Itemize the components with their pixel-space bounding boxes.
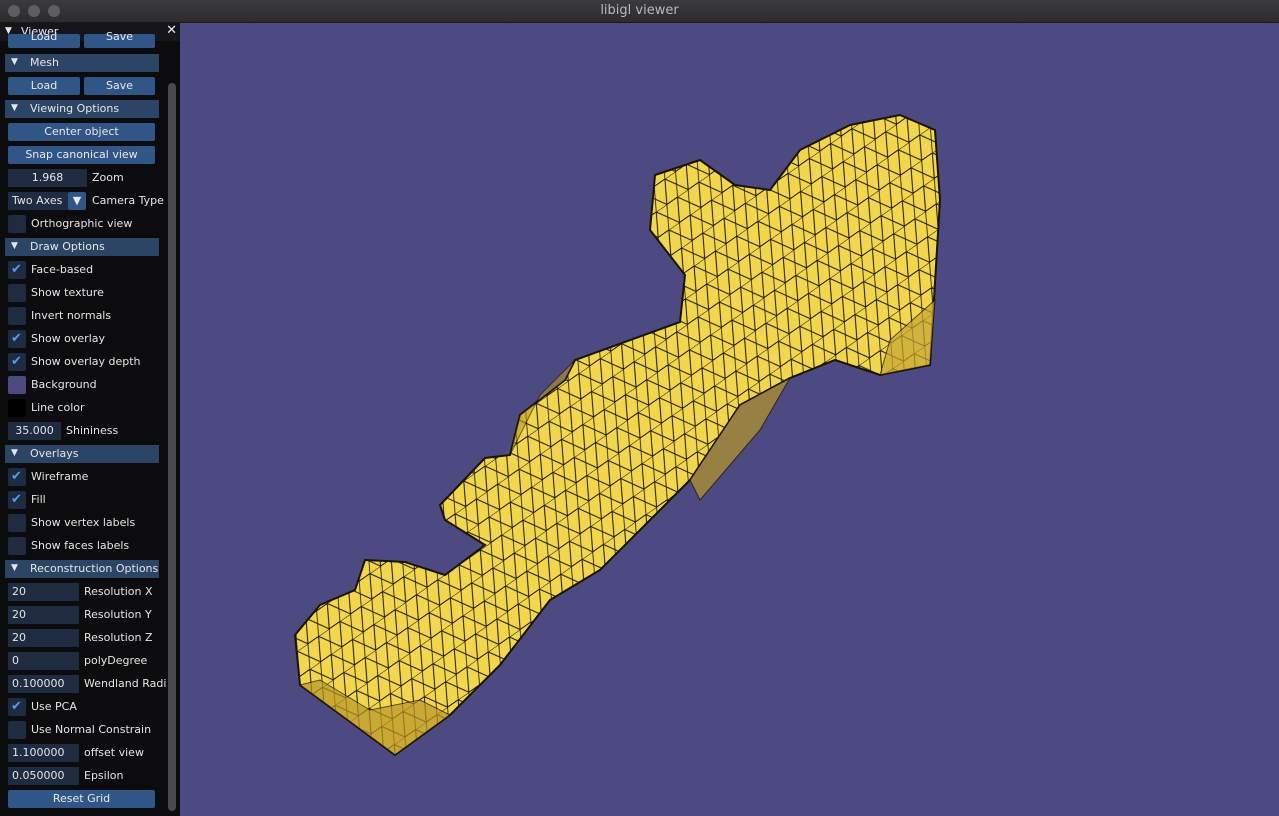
- reconstruction-options-label: Reconstruction Options: [30, 562, 159, 575]
- invert-normals-label: Invert normals: [31, 309, 112, 322]
- face-based-label: Face-based: [31, 263, 94, 276]
- 3d-viewport[interactable]: [180, 23, 1279, 816]
- show-faces-labels-label: Show faces labels: [31, 539, 130, 552]
- use-normal-constrain-label: Use Normal Constrain: [31, 723, 152, 736]
- overlays-header[interactable]: ▼ Overlays: [5, 445, 159, 463]
- shininess-input[interactable]: 35.000: [8, 422, 61, 440]
- collapse-triangle-icon: ▼: [11, 103, 18, 113]
- checkmark-icon: ✔: [11, 354, 22, 369]
- show-overlay-depth-checkbox[interactable]: ✔: [8, 353, 26, 371]
- snap-canonical-view-button[interactable]: Snap canonical view: [8, 146, 155, 164]
- wendland-radius-label: Wendland Radi: [84, 677, 167, 690]
- offset-view-label: offset view: [84, 746, 144, 759]
- show-overlay-depth-label: Show overlay depth: [31, 355, 141, 368]
- resolution-y-label: Resolution Y: [84, 608, 152, 621]
- resolution-y-input[interactable]: 20: [8, 606, 79, 624]
- save-button-partial[interactable]: Save: [84, 31, 155, 48]
- show-vertex-labels-checkbox[interactable]: [8, 514, 26, 532]
- show-faces-labels-checkbox[interactable]: [8, 537, 26, 555]
- draw-options-header[interactable]: ▼ Draw Options: [5, 238, 159, 256]
- window-titlebar: libigl viewer: [0, 0, 1279, 23]
- fill-label: Fill: [31, 493, 46, 506]
- camera-type-dropdown-arrow-icon[interactable]: ▼: [68, 192, 86, 210]
- resolution-z-input[interactable]: 20: [8, 629, 79, 647]
- camera-type-select[interactable]: Two Axes: [8, 192, 68, 210]
- show-texture-checkbox[interactable]: [8, 284, 26, 302]
- checkmark-icon: ✔: [11, 262, 22, 277]
- load-button-partial[interactable]: Load: [8, 31, 80, 48]
- wendland-radius-input[interactable]: 0.100000: [8, 675, 79, 693]
- reset-grid-button[interactable]: Reset Grid: [8, 790, 155, 808]
- mesh-surface: [293, 113, 942, 757]
- show-overlay-checkbox[interactable]: ✔: [8, 330, 26, 348]
- checkmark-icon: ✔: [11, 469, 22, 484]
- collapse-triangle-icon: ▼: [11, 448, 18, 458]
- wireframe-label: Wireframe: [31, 470, 89, 483]
- mesh-render: [293, 113, 942, 757]
- show-texture-label: Show texture: [31, 286, 104, 299]
- fill-checkbox[interactable]: ✔: [8, 491, 26, 509]
- line-color-label: Line color: [31, 401, 85, 414]
- center-object-button[interactable]: Center object: [8, 123, 155, 141]
- scrollbar-thumb[interactable]: [168, 83, 176, 811]
- background-color-swatch[interactable]: [8, 376, 26, 394]
- show-overlay-label: Show overlay: [31, 332, 106, 345]
- use-pca-checkbox[interactable]: ✔: [8, 698, 26, 716]
- shininess-label: Shininess: [66, 424, 119, 437]
- collapse-triangle-icon: ▼: [11, 57, 18, 67]
- show-vertex-labels-label: Show vertex labels: [31, 516, 136, 529]
- orthographic-view-label: Orthographic view: [31, 217, 133, 230]
- checkmark-icon: ✔: [11, 699, 22, 714]
- orthographic-view-checkbox[interactable]: [8, 215, 26, 233]
- viewer-panel: ▼ Viewer ✕ Load Save ▼ Mesh Load Save ▼ …: [0, 23, 180, 816]
- invert-normals-checkbox[interactable]: [8, 307, 26, 325]
- poly-degree-label: polyDegree: [84, 654, 148, 667]
- mesh-section-header[interactable]: ▼ Mesh: [5, 54, 159, 72]
- wireframe-checkbox[interactable]: ✔: [8, 468, 26, 486]
- draw-options-label: Draw Options: [30, 240, 105, 253]
- mesh-load-button[interactable]: Load: [8, 77, 80, 95]
- checkmark-icon: ✔: [11, 331, 22, 346]
- close-icon[interactable]: ✕: [166, 23, 177, 38]
- overlays-label: Overlays: [30, 447, 79, 460]
- background-label: Background: [31, 378, 97, 391]
- zoom-input[interactable]: 1.968: [8, 169, 87, 187]
- mesh-header-label: Mesh: [30, 56, 59, 69]
- camera-type-label: Camera Type: [92, 194, 164, 207]
- checkmark-icon: ✔: [11, 492, 22, 507]
- collapse-triangle-icon: ▼: [11, 563, 18, 573]
- use-pca-label: Use PCA: [31, 700, 77, 713]
- mesh-save-button[interactable]: Save: [84, 77, 155, 95]
- face-based-checkbox[interactable]: ✔: [8, 261, 26, 279]
- window-title: libigl viewer: [600, 3, 679, 18]
- mesh-wireframe: [295, 115, 940, 755]
- epsilon-label: Epsilon: [84, 769, 124, 782]
- use-normal-constrain-checkbox[interactable]: [8, 721, 26, 739]
- reconstruction-options-header[interactable]: ▼ Reconstruction Options: [5, 560, 159, 578]
- resolution-z-label: Resolution Z: [84, 631, 153, 644]
- epsilon-input[interactable]: 0.050000: [8, 767, 79, 785]
- poly-degree-input[interactable]: 0: [8, 652, 79, 670]
- offset-view-input[interactable]: 1.100000: [8, 744, 79, 762]
- collapse-triangle-icon: ▼: [11, 241, 18, 251]
- resolution-x-label: Resolution X: [84, 585, 153, 598]
- line-color-swatch[interactable]: [8, 399, 26, 417]
- viewing-options-label: Viewing Options: [30, 102, 120, 115]
- viewing-options-header[interactable]: ▼ Viewing Options: [5, 100, 159, 118]
- panel-scrollbar[interactable]: [167, 83, 177, 811]
- zoom-label: Zoom: [92, 171, 124, 184]
- resolution-x-input[interactable]: 20: [8, 583, 79, 601]
